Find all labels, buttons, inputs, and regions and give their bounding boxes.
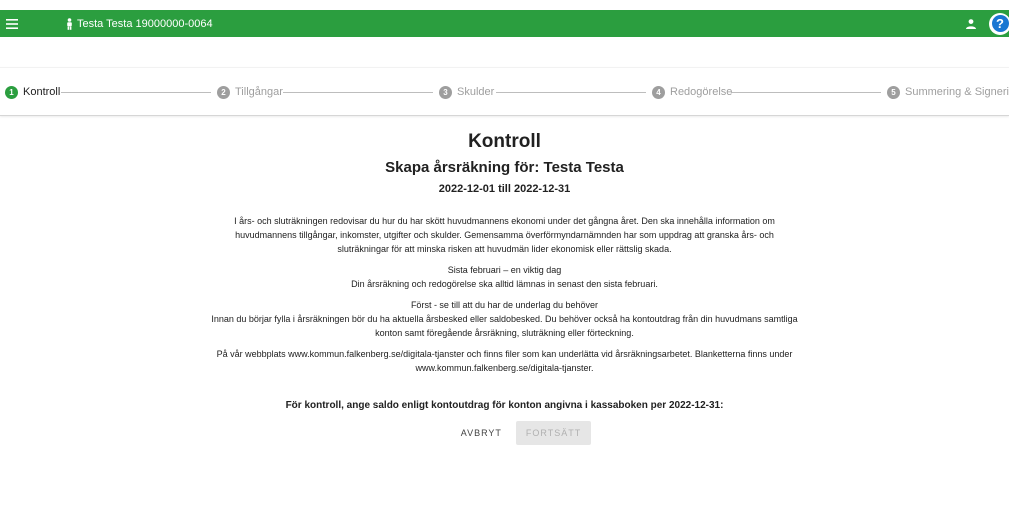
step-number: 5 [887,85,900,99]
app-header: Testa Testa 19000000-0064 ? [0,10,1009,37]
intro-line: sluträkningar för att minska risken att … [337,244,672,254]
menu-button[interactable] [0,10,23,37]
step-number: 4 [652,85,665,99]
step-kontroll[interactable]: 1 Kontroll [5,84,60,100]
main-content: Kontroll Skapa årsräkning för: Testa Tes… [0,131,1009,445]
step-connector [61,92,211,93]
step-label: Skulder [457,86,495,98]
step-tillgangar[interactable]: 2 Tillgångar [217,84,283,100]
documents-paragraph: Först - se till att du har de underlag d… [0,298,1009,340]
help-icon[interactable]: ? [989,12,1009,35]
deadline-heading: Sista februari – en viktig dag [447,265,562,275]
step-number: 3 [439,85,452,99]
website-line: På vår webbplats www.kommun.falkenberg.s… [216,349,793,359]
step-label: Redogörelse [670,86,733,98]
page-title: Kontroll [468,131,541,152]
deadline-paragraph: Sista februari – en viktig dag Din årsrä… [0,263,1009,291]
step-label: Tillgångar [235,86,283,98]
menu-icon [5,18,18,29]
website-paragraph: På vår webbplats www.kommun.falkenberg.s… [0,347,1009,375]
progress-stepper: 1 Kontroll 2 Tillgångar 3 Skulder 4 Redo… [0,67,1009,116]
step-number: 1 [5,85,18,99]
step-redogorelse[interactable]: 4 Redogörelse [652,84,732,100]
header-user-title: Testa Testa 19000000-0064 [77,17,213,30]
step-connector [731,92,881,93]
intro-line: I års- och sluträkningen redovisar du hu… [234,216,775,226]
intro-line: huvudmannens tillgångar, inkomster, utgi… [235,230,774,240]
step-summering[interactable]: 5 Summering & Signering [887,84,1009,100]
person-icon [67,17,72,30]
step-label: Summering & Signering [905,86,1009,98]
website-line: www.kommun.falkenberg.se/digitala-tjanst… [415,363,594,373]
account-icon[interactable] [961,10,981,37]
documents-line: konton samt föregående årsräkning, slutr… [375,328,634,338]
header-user: Testa Testa 19000000-0064 [66,10,213,37]
help-symbol: ? [991,15,1009,32]
step-connector [283,92,433,93]
step-skulder[interactable]: 3 Skulder [439,84,494,100]
page-subtitle: Skapa årsräkning för: Testa Testa [385,159,624,176]
documents-heading: Först - se till att du har de underlag d… [410,300,599,310]
intro-paragraph: I års- och sluträkningen redovisar du hu… [0,214,1009,256]
form-actions: AVBRYT FORTSÄTT [0,421,1009,445]
step-connector [496,92,646,93]
control-instruction: För kontroll, ange saldo enligt kontoutd… [285,400,724,411]
deadline-text: Din årsräkning och redogörelse ska allti… [351,279,658,289]
continue-button[interactable]: FORTSÄTT [515,421,592,445]
report-period: 2022-12-01 till 2022-12-31 [438,183,571,195]
documents-line: Innan du börjar fylla i årsräkningen bör… [211,314,798,324]
cancel-button[interactable]: AVBRYT [453,422,510,444]
step-label: Kontroll [23,86,61,98]
step-number: 2 [217,85,230,99]
